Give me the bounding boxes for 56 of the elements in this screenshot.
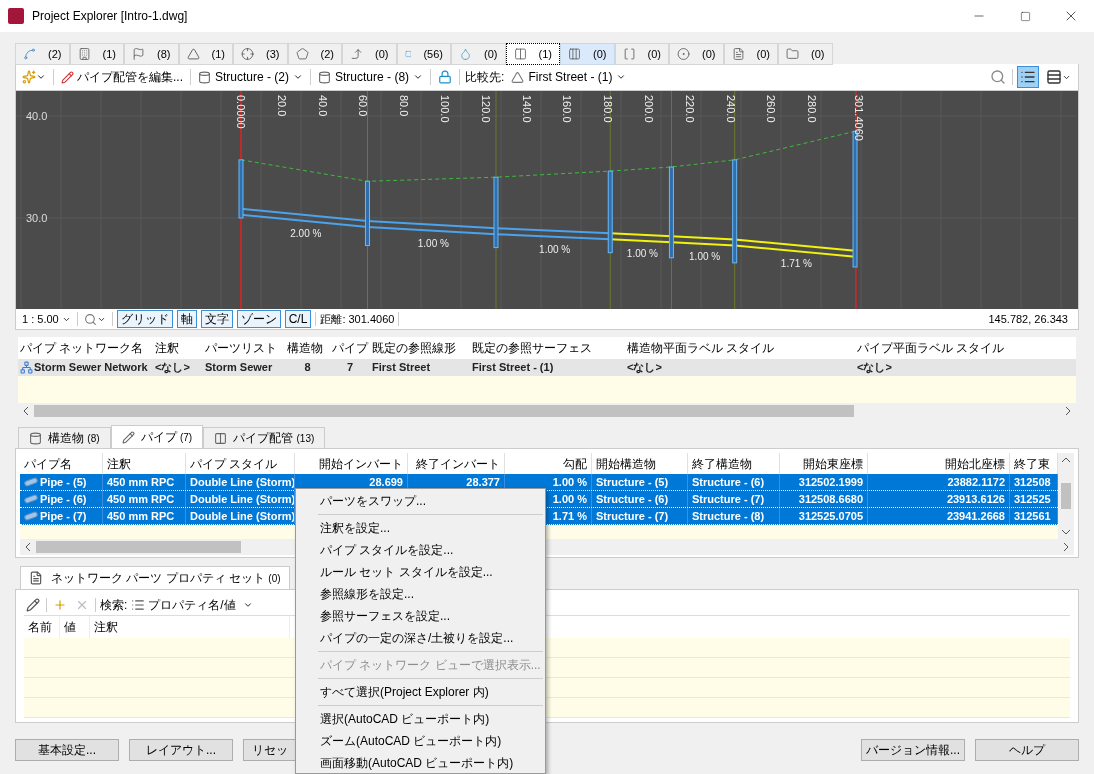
table-cell-text: 7 [345,360,355,376]
table-cell-text: <なし> [626,360,663,376]
table-cell-text: <なし> [154,360,191,376]
table-cell: 450 mm RPC [103,508,186,524]
table-cell: Structure - (7) [592,508,688,524]
station-label: 280.0 [806,95,819,123]
table-cell: Structure - (8) [688,508,780,524]
table-cell: Storm Sewer Network [18,359,153,376]
table-cell: Structure - (5) [592,474,688,490]
station-label: 301.4060 [853,95,866,141]
elevation-label: 30.0 [26,212,48,224]
station-label: 0.0000 [235,95,247,129]
station-label: 100.0 [439,95,451,123]
slope-label: 1.00 % [626,247,658,259]
table-cell-text: First Street [371,360,432,376]
table-cell-text: 8 [303,360,312,376]
station-label: 20.0 [275,95,288,117]
table-cell: Pipe - (6) [20,491,103,507]
table-cell: 23941.2668 [868,508,1010,524]
table-cell: Structure - (7) [688,491,780,507]
table-cell: Pipe - (7) [20,508,103,524]
table-cell-text: <なし> [856,360,893,376]
table-cell: Structure - (6) [688,474,780,490]
station-label: 160.0 [561,95,574,123]
slope-label: 1.00 % [689,250,721,262]
table-cell: 312508.6680 [780,491,868,507]
window-title: Project Explorer [Intro-1.dwg] [32,8,188,25]
table-cell: 312502.1999 [780,474,868,490]
table-cell: Structure - (6) [592,491,688,507]
table-cell: 23882.1172 [868,474,1010,490]
slope-label: 1.00 % [539,243,571,255]
slope-label: 1.71 % [780,258,812,270]
station-label: 220.0 [683,95,696,123]
table-cell: 23913.6126 [868,491,1010,507]
slope-label: 2.00 % [290,227,322,239]
table-cell: Pipe - (5) [20,474,103,490]
station-label: 60.0 [357,95,370,117]
station-label: 240.0 [724,95,737,123]
station-label: 180.0 [602,95,615,123]
table-cell: 312525.0705 [780,508,868,524]
station-label: 40.0 [316,95,329,117]
table-cell-text: First Street - (1) [471,360,555,376]
distance-readout: 距離: 301.4060 [320,311,395,327]
compare-label: 比較先: [465,69,505,86]
table-cell: 450 mm RPC [103,491,186,507]
table-cell-text: Storm Sewer [204,360,274,376]
search-label: 検索: [100,596,128,614]
coordinate-readout: 145.782, 26.343 [988,311,1068,327]
slope-label: 1.00 % [417,237,449,249]
elevation-label: 40.0 [26,110,48,122]
station-label: 260.0 [765,95,778,123]
station-label: 200.0 [643,95,655,123]
station-label: 120.0 [479,95,492,123]
station-label: 140.0 [520,95,533,123]
station-label: 80.0 [398,95,411,117]
table-cell: 450 mm RPC [103,474,186,490]
